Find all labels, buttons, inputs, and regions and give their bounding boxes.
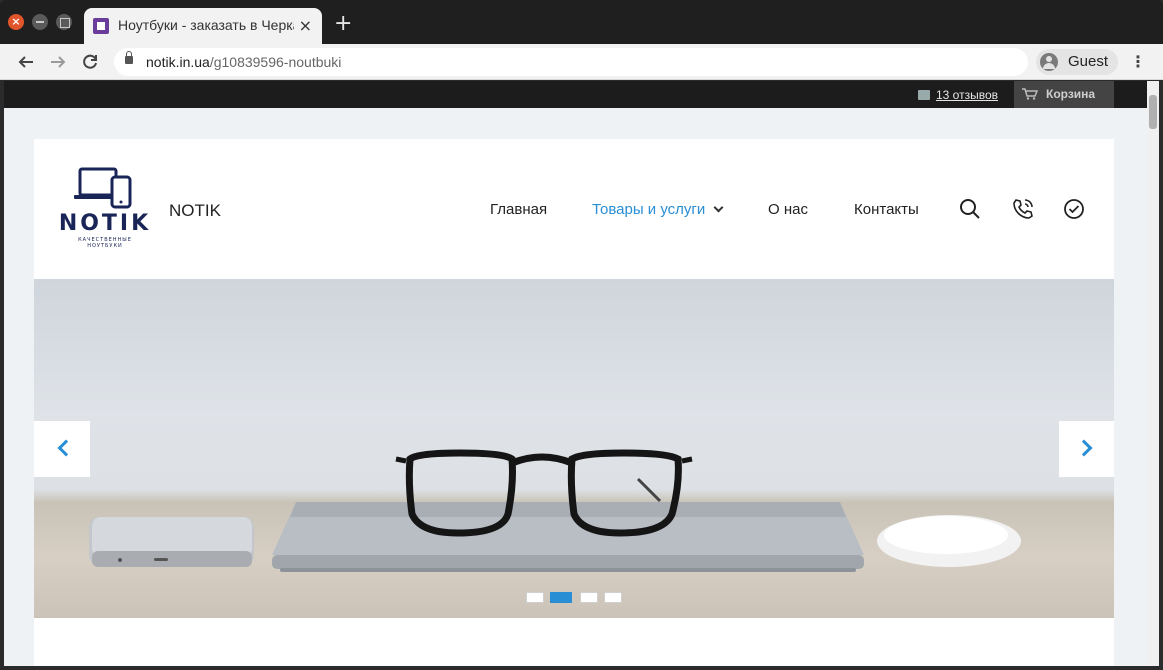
cart-icon [1022, 88, 1038, 100]
arrow-right-icon [51, 56, 66, 68]
chevron-down-icon [713, 202, 724, 213]
scrollbar-thumb[interactable] [1149, 95, 1157, 129]
window-close-button[interactable]: × [8, 14, 24, 30]
chevron-right-icon [1075, 439, 1093, 457]
nav-item-home[interactable]: Главная [490, 201, 547, 218]
hero-slider [34, 279, 1114, 618]
site-header: NOTIK КАЧЕСТВЕННЫЕ НОУТБУКИ NOTIK Главна… [34, 139, 1114, 279]
forward-button[interactable] [46, 50, 70, 74]
cart-label: Корзина [1046, 87, 1096, 101]
profile-button[interactable]: Guest [1036, 49, 1118, 75]
window-minimize-button[interactable] [32, 14, 48, 30]
nav-label: Товары и услуги [592, 201, 706, 218]
slider-dot-3[interactable] [580, 592, 598, 603]
nav-label: Главная [490, 201, 548, 218]
cart-button[interactable]: Корзина [1014, 81, 1114, 108]
tab-close-icon[interactable]: × [299, 16, 312, 35]
nav-item-contacts[interactable]: Контакты [854, 201, 919, 218]
checkmark-circle-icon[interactable] [1062, 197, 1086, 221]
address-url: notik.in.ua/g10839596-noutbuki [146, 54, 341, 70]
browser-toolbar: notik.in.ua/g10839596-noutbuki Guest ⋮ [0, 44, 1163, 80]
url-domain: notik.in.ua [146, 54, 210, 70]
avatar-icon [1040, 53, 1058, 71]
content-area [34, 618, 1114, 666]
site-logo[interactable]: NOTIK КАЧЕСТВЕННЫЕ НОУТБУКИ [52, 165, 158, 251]
slider-dot-2[interactable] [550, 592, 572, 603]
site-topbar: 13 отзывов Корзина [4, 81, 1147, 108]
lock-icon [125, 51, 133, 64]
hero-image [89, 449, 1021, 572]
window-maximize-button[interactable] [56, 14, 72, 30]
url-path: /g10839596-noutbuki [209, 54, 342, 70]
nav-label: О нас [768, 201, 808, 218]
slider-next-button[interactable] [1059, 421, 1114, 477]
chat-icon [918, 90, 930, 100]
reviews-label: 13 отзывов [936, 88, 999, 102]
logo-tagline: КАЧЕСТВЕННЫЕ НОУТБУКИ [78, 237, 132, 249]
page-scrollbar[interactable] [1147, 81, 1159, 666]
back-button[interactable] [14, 50, 38, 74]
nav-item-about[interactable]: О нас [768, 201, 808, 218]
slider-dot-1[interactable] [526, 592, 544, 603]
phone-icon[interactable] [1011, 197, 1035, 221]
site-name[interactable]: NOTIK [169, 201, 221, 221]
nav-item-products[interactable]: Товары и услуги [592, 201, 724, 218]
window-titlebar: × Ноутбуки - заказать в Черкассах × + [0, 0, 1163, 44]
browser-tab[interactable]: Ноутбуки - заказать в Черкассах × [84, 8, 322, 44]
logo-brand: NOTIK [58, 211, 152, 236]
address-bar[interactable]: notik.in.ua/g10839596-noutbuki [114, 48, 1028, 76]
tab-title: Ноутбуки - заказать в Черкассах [118, 17, 294, 33]
reload-icon [83, 54, 97, 69]
site-favicon-icon [93, 18, 109, 34]
devices-logo-icon [74, 167, 132, 209]
page-viewport: 13 отзывов Корзина NOTIK КАЧЕСТВЕННЫЕ НО… [4, 81, 1159, 666]
nav-label: Контакты [854, 201, 919, 218]
arrow-left-icon [18, 56, 33, 68]
profile-name: Guest [1068, 53, 1109, 70]
slider-dot-4[interactable] [604, 592, 622, 603]
new-tab-button[interactable]: + [334, 12, 352, 36]
reviews-link[interactable]: 13 отзывов [918, 88, 998, 102]
reload-button[interactable] [78, 50, 102, 74]
search-icon[interactable] [958, 197, 982, 221]
chevron-left-icon [57, 439, 75, 457]
browser-menu-icon[interactable]: ⋮ [1130, 52, 1146, 72]
slider-prev-button[interactable] [34, 421, 90, 477]
